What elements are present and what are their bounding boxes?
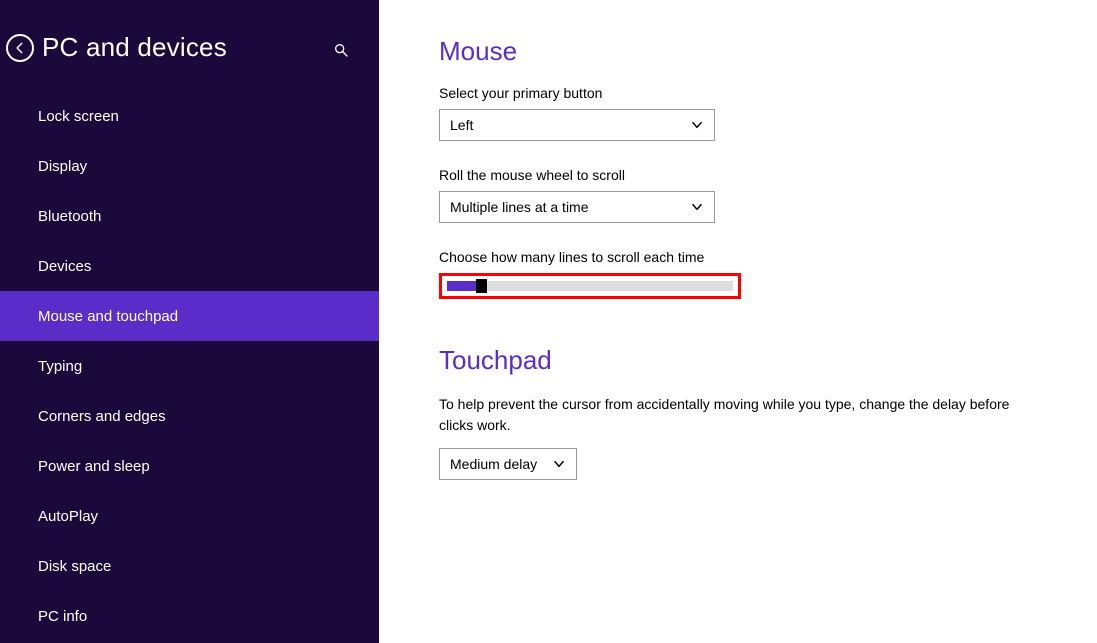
chevron-down-icon bbox=[690, 200, 704, 214]
arrow-left-icon bbox=[13, 41, 27, 55]
touchpad-section: Touchpad To help prevent the cursor from… bbox=[439, 345, 1057, 480]
primary-button-select[interactable]: Left bbox=[439, 109, 715, 141]
primary-button-label: Select your primary button bbox=[439, 85, 1057, 101]
wheel-scroll-select[interactable]: Multiple lines at a time bbox=[439, 191, 715, 223]
touchpad-help-text: To help prevent the cursor from accident… bbox=[439, 394, 1019, 436]
sidebar-nav: Lock screen Display Bluetooth Devices Mo… bbox=[0, 91, 379, 641]
sidebar-item-label: Corners and edges bbox=[38, 408, 166, 425]
sidebar-item-corners-and-edges[interactable]: Corners and edges bbox=[0, 391, 379, 441]
sidebar-item-pc-info[interactable]: PC info bbox=[0, 591, 379, 641]
lines-scroll-field: Choose how many lines to scroll each tim… bbox=[439, 249, 1057, 299]
lines-slider[interactable] bbox=[447, 281, 733, 291]
sidebar-item-autoplay[interactable]: AutoPlay bbox=[0, 491, 379, 541]
chevron-down-icon bbox=[690, 118, 704, 132]
sidebar-header: PC and devices bbox=[0, 0, 379, 91]
touchpad-heading: Touchpad bbox=[439, 345, 1057, 376]
main-content: Mouse Select your primary button Left Ro… bbox=[379, 0, 1097, 643]
sidebar-item-label: Bluetooth bbox=[38, 208, 101, 225]
page-title: PC and devices bbox=[42, 32, 227, 63]
lines-slider-thumb[interactable] bbox=[476, 279, 487, 293]
lines-slider-highlight bbox=[439, 273, 741, 299]
wheel-scroll-field: Roll the mouse wheel to scroll Multiple … bbox=[439, 167, 1057, 223]
sidebar-item-typing[interactable]: Typing bbox=[0, 341, 379, 391]
sidebar-item-lock-screen[interactable]: Lock screen bbox=[0, 91, 379, 141]
sidebar-item-devices[interactable]: Devices bbox=[0, 241, 379, 291]
sidebar-item-label: Power and sleep bbox=[38, 458, 150, 475]
lines-scroll-label: Choose how many lines to scroll each tim… bbox=[439, 249, 1057, 265]
sidebar: PC and devices Lock screen Display Bluet… bbox=[0, 0, 379, 643]
sidebar-item-disk-space[interactable]: Disk space bbox=[0, 541, 379, 591]
primary-button-value: Left bbox=[450, 117, 473, 133]
sidebar-item-label: Display bbox=[38, 158, 87, 175]
sidebar-item-bluetooth[interactable]: Bluetooth bbox=[0, 191, 379, 241]
sidebar-item-mouse-and-touchpad[interactable]: Mouse and touchpad bbox=[0, 291, 379, 341]
sidebar-item-power-and-sleep[interactable]: Power and sleep bbox=[0, 441, 379, 491]
wheel-scroll-value: Multiple lines at a time bbox=[450, 199, 589, 215]
mouse-heading: Mouse bbox=[439, 36, 1057, 67]
back-button[interactable] bbox=[6, 34, 34, 62]
sidebar-item-label: Disk space bbox=[38, 558, 111, 575]
sidebar-item-label: PC info bbox=[38, 608, 87, 625]
search-icon bbox=[333, 42, 349, 58]
sidebar-item-label: Typing bbox=[38, 358, 82, 375]
sidebar-item-label: AutoPlay bbox=[38, 508, 98, 525]
sidebar-item-label: Lock screen bbox=[38, 108, 119, 125]
touchpad-delay-select[interactable]: Medium delay bbox=[439, 448, 577, 480]
search-button[interactable] bbox=[331, 40, 351, 60]
wheel-scroll-label: Roll the mouse wheel to scroll bbox=[439, 167, 1057, 183]
sidebar-item-display[interactable]: Display bbox=[0, 141, 379, 191]
sidebar-item-label: Devices bbox=[38, 258, 91, 275]
sidebar-item-label: Mouse and touchpad bbox=[38, 308, 178, 325]
chevron-down-icon bbox=[552, 457, 566, 471]
touchpad-delay-value: Medium delay bbox=[450, 456, 537, 472]
primary-button-field: Select your primary button Left bbox=[439, 85, 1057, 141]
